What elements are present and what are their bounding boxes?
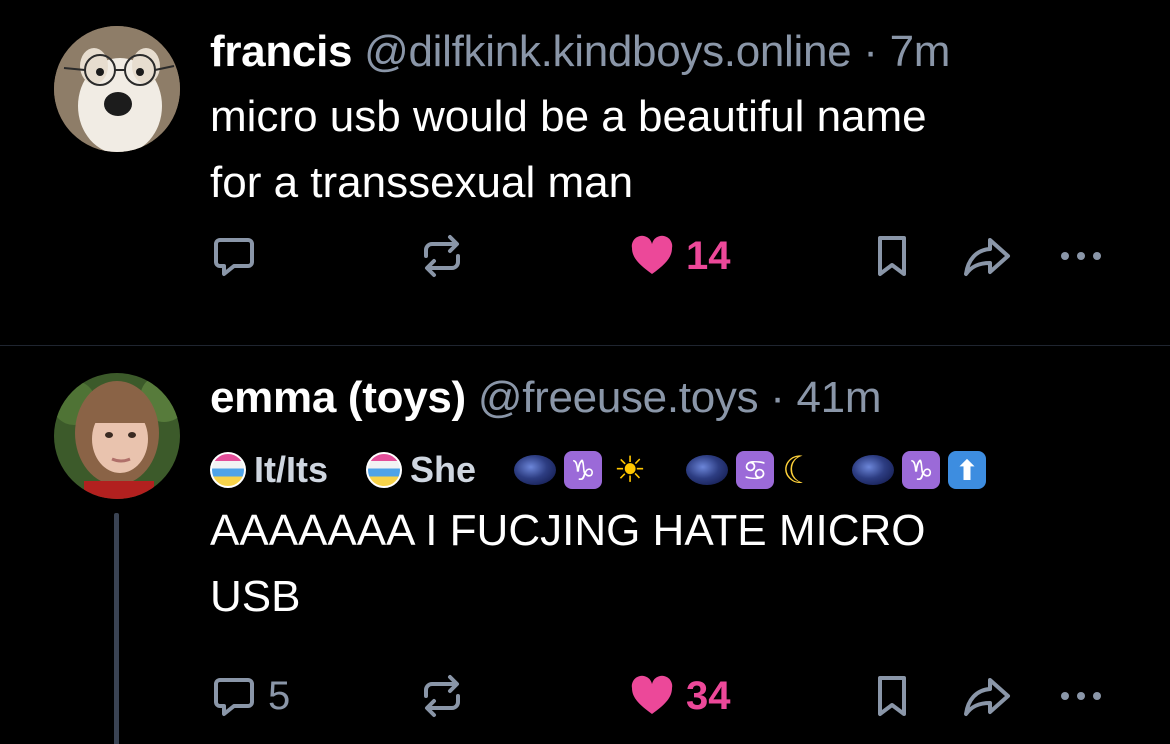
capricorn-icon: ♑ — [564, 451, 603, 489]
repost-button[interactable] — [418, 232, 466, 280]
repost-icon — [424, 235, 460, 277]
capricorn-icon: ♑ — [902, 451, 941, 489]
post-text-line: for a transsexual man — [210, 158, 634, 207]
profile-labels: It/Its She ♑ ☀ ♋ ☾ ♑ ⬆ — [210, 448, 1022, 492]
bookmark-button[interactable] — [872, 232, 912, 280]
post[interactable]: francis @dilfkink.kindboys.online · 7m m… — [0, 0, 1170, 345]
ellipsis-icon — [1061, 692, 1101, 700]
share-button[interactable] — [962, 232, 1014, 280]
separator-dot: · — [770, 373, 785, 422]
avatar[interactable] — [54, 373, 180, 499]
reply-icon — [214, 238, 254, 276]
like-button[interactable]: 14 — [628, 232, 731, 280]
post-text-line: AAAAAAA I FUCJING HATE MICRO — [210, 506, 926, 555]
like-button[interactable]: 34 — [628, 672, 731, 720]
pronoun-text: She — [410, 449, 477, 490]
sun-sign-label[interactable]: ♑ ☀ — [514, 449, 650, 490]
timestamp[interactable]: 7m — [890, 27, 951, 76]
post-text-line: micro usb would be a beautiful name — [210, 92, 927, 141]
reply-button[interactable]: 5 — [210, 672, 290, 720]
post[interactable]: emma (toys) @freeuse.toys · 41m It/Its S… — [0, 346, 1170, 744]
heart-icon — [631, 235, 673, 274]
pride-flag-icon — [366, 452, 403, 488]
reply-button[interactable] — [210, 232, 258, 280]
author-handle[interactable]: @freeuse.toys — [478, 373, 759, 422]
sun-icon: ☀ — [613, 449, 647, 490]
post-text: micro usb would be a beautiful name for … — [210, 84, 1130, 216]
share-icon — [964, 238, 1010, 276]
thread-line — [114, 513, 119, 744]
author-name[interactable]: emma (toys) — [210, 373, 466, 422]
rising-sign-label[interactable]: ♑ ⬆ — [852, 451, 987, 489]
avatar[interactable] — [54, 26, 180, 152]
moon-icon: ☾ — [782, 449, 817, 492]
more-options-button[interactable] — [1057, 246, 1105, 266]
galaxy-icon — [686, 455, 729, 485]
heart-icon — [631, 675, 673, 714]
up-arrow-icon: ⬆ — [948, 451, 987, 489]
author-name[interactable]: francis — [210, 27, 353, 76]
timestamp[interactable]: 41m — [797, 373, 882, 422]
like-count: 14 — [686, 233, 731, 278]
reply-count: 5 — [268, 673, 291, 718]
author-handle[interactable]: @dilfkink.kindboys.online — [364, 27, 852, 76]
cancer-icon: ♋ — [736, 451, 775, 489]
bookmark-icon — [878, 676, 906, 716]
ellipsis-icon — [1061, 252, 1101, 260]
repost-button[interactable] — [418, 672, 466, 720]
post-header: francis @dilfkink.kindboys.online · 7m — [210, 24, 1130, 80]
share-icon — [964, 678, 1010, 716]
person-avatar — [54, 373, 180, 499]
reply-icon — [214, 678, 254, 716]
pronoun-label[interactable]: She — [366, 449, 476, 491]
galaxy-icon — [852, 455, 895, 485]
share-button[interactable] — [962, 672, 1014, 720]
post-text: AAAAAAA I FUCJING HATE MICRO USB — [210, 498, 1130, 630]
bookmark-icon — [878, 236, 906, 276]
moon-sign-label[interactable]: ♋ ☾ — [686, 448, 816, 493]
pronoun-label[interactable]: It/Its — [210, 449, 328, 491]
bookmark-button[interactable] — [872, 672, 912, 720]
dog-with-glasses-avatar — [54, 26, 180, 152]
repost-icon — [424, 675, 460, 717]
post-text-line: USB — [210, 572, 301, 621]
post-header: emma (toys) @freeuse.toys · 41m — [210, 370, 1130, 426]
pronoun-text: It/Its — [254, 449, 329, 490]
like-count: 34 — [686, 673, 731, 718]
pride-flag-icon — [210, 452, 246, 488]
galaxy-icon — [514, 455, 557, 485]
more-options-button[interactable] — [1057, 686, 1105, 706]
separator-dot: · — [863, 27, 878, 76]
